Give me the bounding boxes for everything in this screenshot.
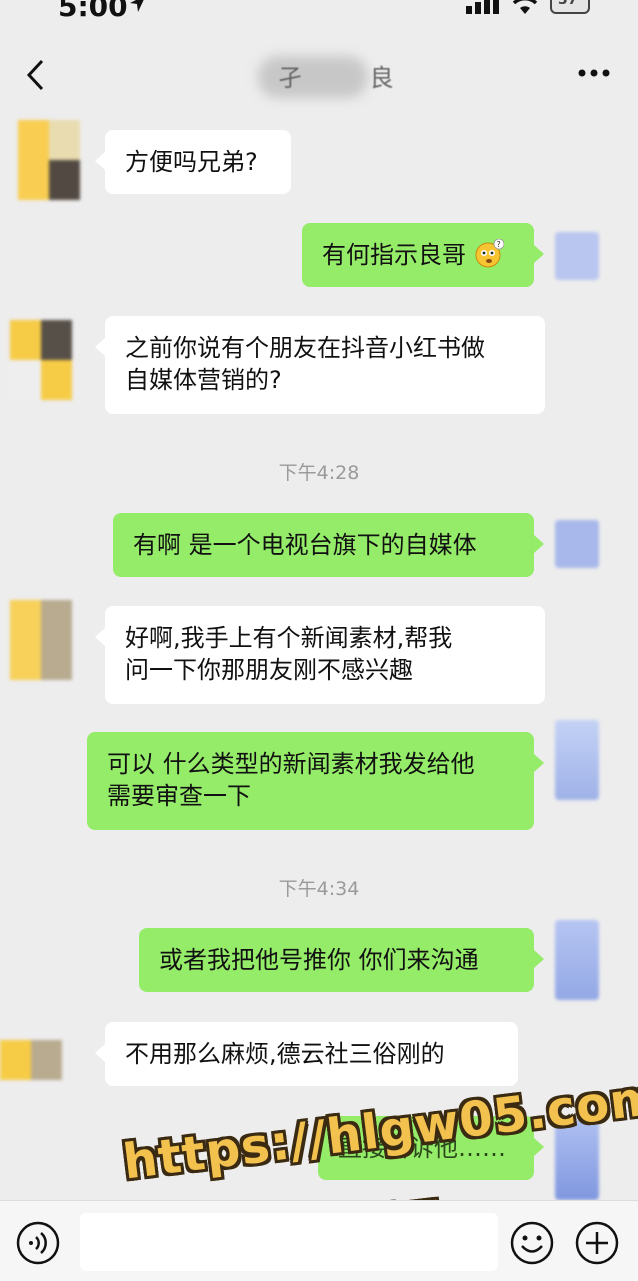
- message-bubble-received[interactable]: 不用那么麻烦,德云社三俗刚的: [95, 1022, 518, 1086]
- message-bubble-sent[interactable]: 有何指示良哥 ?: [302, 223, 544, 287]
- message-text-line: 问一下你那朋友刚不感兴趣: [125, 656, 413, 684]
- back-icon[interactable]: [24, 58, 48, 92]
- message-text-line: 自媒体营销的?: [125, 366, 282, 394]
- voice-icon[interactable]: [16, 1221, 60, 1265]
- wifi-icon: [512, 0, 538, 14]
- status-time: 5:00: [58, 0, 128, 23]
- avatar[interactable]: [18, 120, 80, 200]
- message-bubble-sent[interactable]: 可以 什么类型的新闻素材我发给他 需要审查一下: [87, 732, 544, 830]
- emoji-icon[interactable]: [510, 1221, 554, 1265]
- my-avatar[interactable]: [555, 520, 599, 568]
- message-bubble-received[interactable]: 方便吗兄弟?: [95, 130, 291, 194]
- message-bubble-received[interactable]: 之前你说有个朋友在抖音小红书做 自媒体营销的?: [95, 316, 545, 414]
- avatar[interactable]: [10, 600, 72, 680]
- timestamp: 下午4:34: [278, 878, 360, 900]
- signal-icon: [466, 0, 499, 14]
- my-avatar[interactable]: [555, 232, 599, 280]
- message-bubble-sent[interactable]: 或者我把他号推你 你们来沟通: [139, 928, 544, 992]
- message-bubble-sent[interactable]: 有啊 是一个电视台旗下的自媒体: [113, 513, 544, 577]
- message-input[interactable]: [80, 1213, 498, 1271]
- message-text: 有何指示良哥: [322, 241, 466, 269]
- message-text: 有啊 是一个电视台旗下的自媒体: [133, 531, 477, 559]
- message-text-line: 好啊,我手上有个新闻素材,帮我: [125, 624, 453, 652]
- message-text-line: 需要审查一下: [107, 782, 251, 810]
- battery-icon: 37: [550, 0, 590, 14]
- message-text-line: 之前你说有个朋友在抖音小红书做: [125, 334, 485, 362]
- message-text: 方便吗兄弟?: [125, 148, 258, 176]
- my-avatar[interactable]: [555, 720, 599, 800]
- message-text: 或者我把他号推你 你们来沟通: [159, 946, 479, 974]
- timestamp: 下午4:28: [278, 462, 360, 484]
- input-bar: [0, 1200, 638, 1281]
- nav-bar: 孑 良: [0, 40, 638, 110]
- avatar[interactable]: [0, 1040, 62, 1080]
- location-arrow-icon: [130, 0, 144, 12]
- thinking-face-icon: ?: [474, 238, 505, 269]
- chat-title: 孑 良: [278, 64, 424, 92]
- message-text-line: 可以 什么类型的新闻素材我发给他: [107, 750, 475, 778]
- status-bar: 5:00 37: [0, 0, 638, 23]
- message-text: 不用那么麻烦,德云社三俗刚的: [125, 1040, 445, 1068]
- more-icon[interactable]: [578, 68, 610, 78]
- message-bubble-received[interactable]: 好啊,我手上有个新闻素材,帮我 问一下你那朋友刚不感兴趣: [95, 606, 545, 704]
- plus-icon[interactable]: [575, 1221, 619, 1265]
- my-avatar[interactable]: [555, 920, 599, 1000]
- avatar[interactable]: [10, 320, 72, 400]
- svg-text:?: ?: [496, 240, 500, 249]
- battery-level: 37: [558, 0, 578, 8]
